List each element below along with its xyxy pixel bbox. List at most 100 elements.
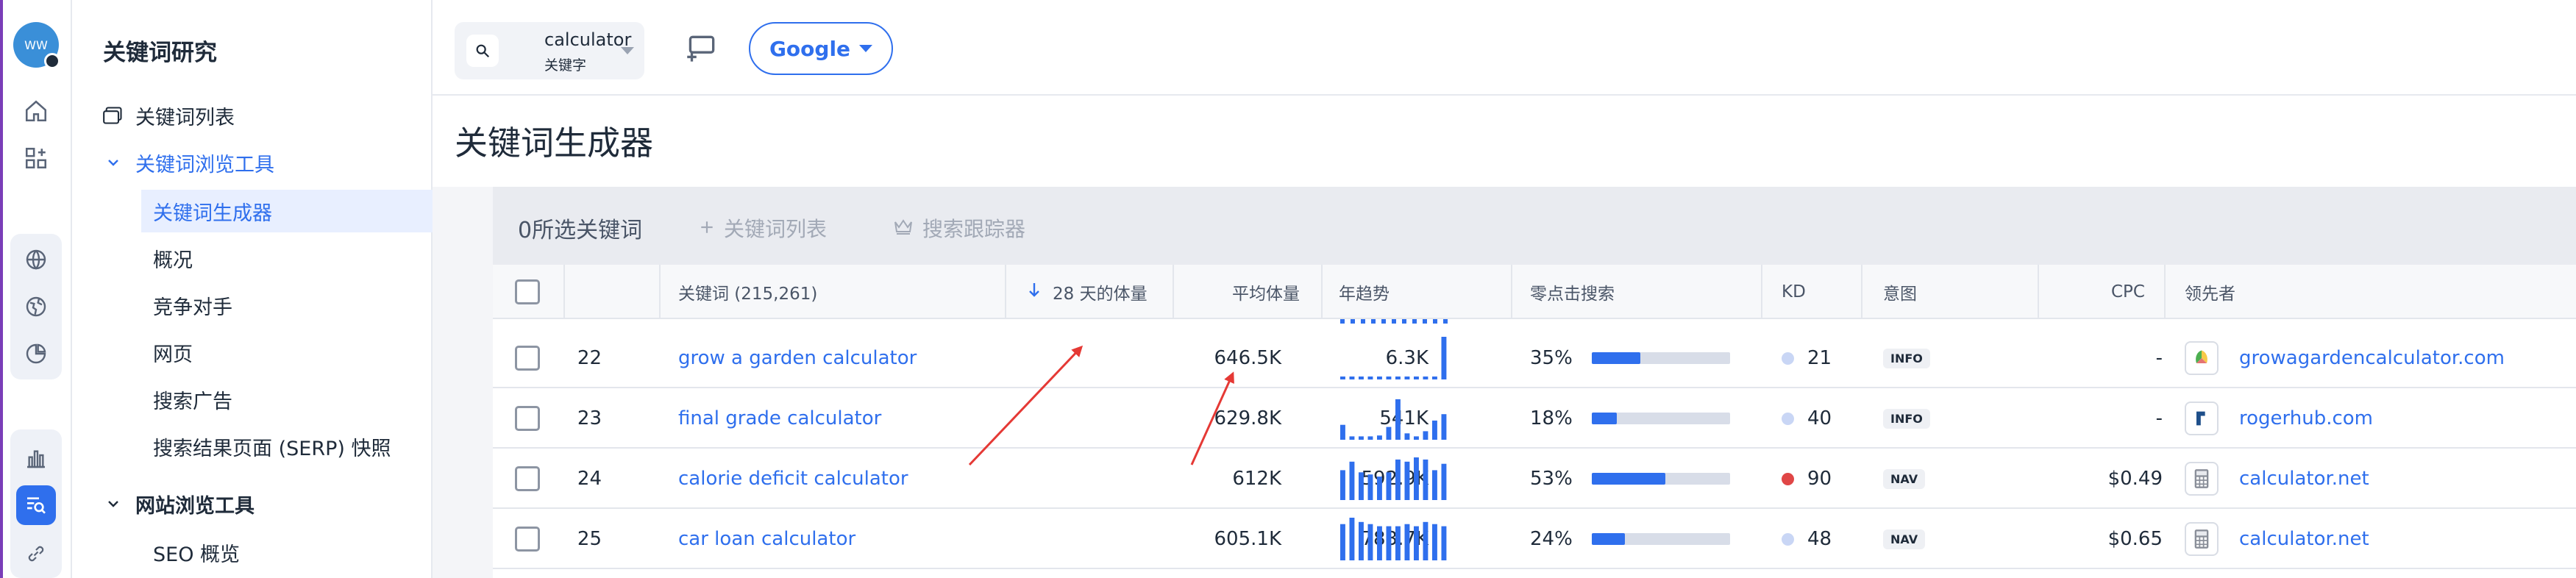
trend-bar [1395,399,1401,440]
keyword-research-icon[interactable] [16,485,56,525]
sidebar-item-label: SEO 概览 [153,543,241,566]
bar-chart-icon[interactable] [16,438,56,478]
intent-badge: INFO [1883,348,1930,368]
sidebar-item-keyword-list[interactable]: 关键词列表 [103,94,235,137]
column-zero-click[interactable]: 零点击搜索 [1530,265,1615,319]
cpc-value: $0.49 [2107,468,2163,490]
trend-bar [1423,459,1428,500]
column-divider [2038,265,2039,319]
column-leader[interactable]: 领先者 [2185,265,2235,319]
sort-arrow-down-icon [1028,281,1041,303]
trend-bar [1349,377,1355,379]
chevron-down-icon [103,493,124,514]
add-comparison-button[interactable] [683,31,719,68]
row-checkbox-cell [515,328,540,388]
sidebar-item-site-explorer[interactable]: 网站浏览工具 [103,482,255,525]
globe-icon[interactable] [16,240,56,279]
trend-bar [1386,427,1392,440]
keyword-selector[interactable]: calculator 关键字 [455,22,644,79]
add-to-keyword-list-label: 关键词列表 [724,217,828,241]
sidebar-item-label: 关键词生成器 [153,201,272,225]
table-row[interactable]: 25 car loan calculator 605.1K 783.7K 24% 48 NA… [493,509,2576,569]
trend-bar [1340,524,1345,560]
sidebar-title: 关键词研究 [103,40,217,66]
dashboard-add-icon[interactable] [16,138,56,178]
sidebar-item-pages[interactable]: 网页 [153,331,193,374]
row-checkbox[interactable] [515,466,540,491]
sidebar-item-search-ads[interactable]: 搜索广告 [153,378,232,421]
trend-bar [1441,337,1447,379]
trend-bar [1414,526,1419,560]
kd-dot-icon [1782,472,1794,485]
row-checkbox-cell [515,509,540,569]
trend-bar [1386,526,1392,560]
leader-domain-link[interactable]: calculator.net [2239,468,2369,490]
leader-domain-link[interactable]: rogerhub.com [2239,407,2373,429]
leader-domain-link[interactable]: growagardencalculator.com [2239,347,2505,369]
page-title: 关键词生成器 [455,124,654,163]
sidebar-item-keyword-explorer[interactable]: 关键词浏览工具 [103,141,274,184]
trend-bar [1395,526,1401,560]
column-trend[interactable]: 年趋势 [1339,265,1390,319]
checkbox[interactable] [515,279,540,304]
pie-chart-icon[interactable] [16,334,56,374]
trend-bar [1395,459,1401,500]
column-intent[interactable]: 意图 [1883,265,1917,319]
link-icon[interactable] [16,534,56,574]
row-checkbox[interactable] [515,527,540,552]
caret-down-icon[interactable] [621,47,634,54]
trend-bar [1441,526,1447,560]
garden-favicon-icon [2185,341,2219,375]
kd-dot-icon [1782,532,1794,546]
table-row[interactable]: 22 grow a garden calculator 646.5K 6.3K 35% 2… [493,328,2576,388]
avatar[interactable]: WW [13,22,60,69]
selected-count: 0所选关键词 [518,218,643,243]
sidebar: 关键词研究 关键词列表 关键词浏览工具 关键词生成器 概况 竞争对手 网页 搜索… [72,0,491,578]
column-volume-28d[interactable]: 28 天的体量 [1028,265,1148,319]
zero-click-bar-fill [1592,413,1617,424]
volume-28d: 605.1K [1214,528,1281,550]
world-map-icon[interactable] [16,287,56,327]
keyword-link[interactable]: calorie deficit calculator [678,449,908,509]
intent-cell: INFO [1883,388,1930,449]
zero-click-bar-fill [1592,352,1640,364]
table-header: 关键词 (215,261) 28 天的体量 平均体量 年趋势 零点击搜索 KD … [493,265,2576,319]
column-cpc[interactable]: CPC [2111,265,2145,319]
trend-bar [1432,377,1437,379]
crown-icon [893,216,914,240]
row-rank: 24 [577,468,602,490]
keyword-link[interactable]: car loan calculator [678,509,855,569]
search-engine-dropdown[interactable]: Google [749,22,893,75]
keyword-link[interactable]: grow a garden calculator [678,328,917,388]
trend-bar [1377,526,1382,560]
home-icon[interactable] [16,91,56,131]
keyword-link[interactable]: final grade calculator [678,388,881,449]
sidebar-item-overview[interactable]: 概况 [153,237,193,279]
leader-cell: growagardencalculator.com [2185,328,2505,388]
sidebar-item-label: 关键词浏览工具 [135,153,274,176]
column-divider [1861,265,1862,319]
table-row[interactable]: 23 final grade calculator 629.8K 541K 18% 40 I… [493,388,2576,449]
chevron-down-icon [103,152,124,173]
kd-value: 90 [1807,468,1832,490]
trend-sparkline [1340,457,1447,500]
row-checkbox[interactable] [515,346,540,371]
calculator-favicon-icon [2185,522,2219,556]
sidebar-item-competitors[interactable]: 竞争对手 [153,284,232,327]
add-to-keyword-list-button[interactable]: 关键词列表 [699,213,827,243]
row-checkbox[interactable] [515,406,540,431]
column-kd[interactable]: KD [1782,265,1806,319]
trend-bar [1423,377,1428,379]
column-keyword[interactable]: 关键词 (215,261) [678,265,817,319]
table-row[interactable]: 24 calorie deficit calculator 612K 592.9K 53… [493,449,2576,509]
zero-click-bar-fill [1592,473,1665,485]
sidebar-item-seo-overview[interactable]: SEO 概览 [153,531,240,574]
trend-bar [1367,524,1373,560]
select-all-checkbox[interactable] [515,265,540,319]
rank-tracker-button[interactable]: 搜索跟踪器 [893,213,1025,243]
kd-dot-icon [1782,412,1794,425]
sidebar-item-serp-snapshot[interactable]: 搜索结果页面 (SERP) 快照 [153,425,391,468]
column-avg-volume[interactable]: 平均体量 [1232,265,1300,319]
trend-bar [1359,521,1364,560]
leader-domain-link[interactable]: calculator.net [2239,528,2369,550]
